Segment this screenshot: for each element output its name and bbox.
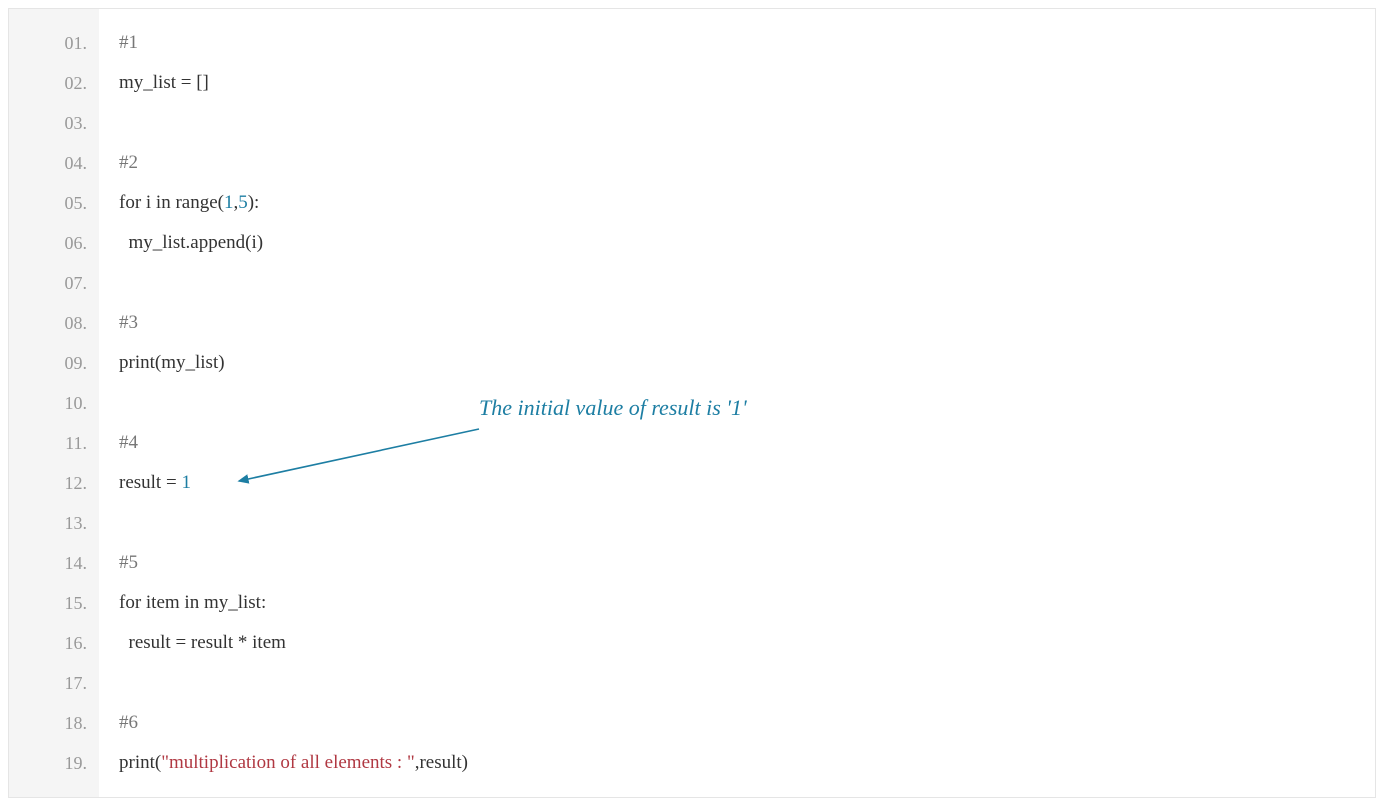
code-line: #6 [119, 703, 1375, 743]
code-line: #1 [119, 23, 1375, 63]
code-line: #5 [119, 543, 1375, 583]
code-line: print(my_list) [119, 343, 1375, 383]
code-token-comment: #4 [119, 432, 138, 453]
line-number: 06. [9, 223, 99, 263]
code-line: #4 [119, 423, 1375, 463]
code-line: for i in range(1,5): [119, 183, 1375, 223]
code-line [119, 503, 1375, 543]
annotation-text: The initial value of result is '1' [479, 395, 747, 421]
line-number: 15. [9, 583, 99, 623]
code-line: my_list.append(i) [119, 223, 1375, 263]
code-token-ident: result = result * item [119, 632, 286, 653]
code-token-ident: ): [248, 192, 260, 213]
code-token-string: "multiplication of all elements : " [161, 752, 415, 773]
line-number: 19. [9, 743, 99, 783]
line-number-gutter: 01.02.03.04.05.06.07.08.09.10.11.12.13.1… [9, 9, 99, 797]
code-area: The initial value of result is '1' #1 my_… [99, 9, 1375, 797]
code-token-comment: #5 [119, 552, 138, 573]
line-number: 05. [9, 183, 99, 223]
code-token-number: 1 [181, 472, 191, 493]
code-token-comment: #6 [119, 712, 138, 733]
line-number: 08. [9, 303, 99, 343]
code-token-ident: my_list.append(i) [119, 232, 263, 253]
line-number: 02. [9, 63, 99, 103]
line-number: 09. [9, 343, 99, 383]
code-token-comment: #1 [119, 32, 138, 53]
code-line: my_list = [] [119, 63, 1375, 103]
line-number: 18. [9, 703, 99, 743]
line-number: 03. [9, 103, 99, 143]
code-line [119, 383, 1375, 423]
line-number: 12. [9, 463, 99, 503]
code-line: #2 [119, 143, 1375, 183]
line-number: 10. [9, 383, 99, 423]
code-line: result = result * item [119, 623, 1375, 663]
code-token-ident: my_list = [] [119, 72, 209, 93]
code-line [119, 263, 1375, 303]
line-number: 11. [9, 423, 99, 463]
code-line: for item in my_list: [119, 583, 1375, 623]
code-token-number: 5 [238, 192, 248, 213]
line-number: 13. [9, 503, 99, 543]
code-line [119, 103, 1375, 143]
code-line: #3 [119, 303, 1375, 343]
code-token-ident: for i in range( [119, 192, 224, 213]
code-token-ident: print( [119, 752, 161, 773]
code-line [119, 663, 1375, 703]
line-number: 17. [9, 663, 99, 703]
code-token-ident: result = [119, 472, 181, 493]
code-token-ident: ,result) [415, 752, 468, 773]
code-block: 01.02.03.04.05.06.07.08.09.10.11.12.13.1… [8, 8, 1376, 798]
code-line: result = 1 [119, 463, 1375, 503]
code-line: print("multiplication of all elements : … [119, 743, 1375, 783]
line-number: 07. [9, 263, 99, 303]
code-token-comment: #3 [119, 312, 138, 333]
code-token-ident: print(my_list) [119, 352, 225, 373]
line-number: 04. [9, 143, 99, 183]
line-number: 01. [9, 23, 99, 63]
line-number: 14. [9, 543, 99, 583]
code-token-comment: #2 [119, 152, 138, 173]
line-number: 16. [9, 623, 99, 663]
code-token-ident: for item in my_list: [119, 592, 266, 613]
